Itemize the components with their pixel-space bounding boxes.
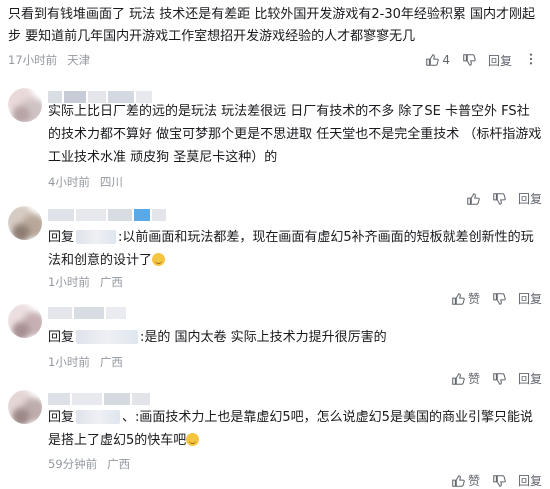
comment-location: 广西 (99, 275, 123, 289)
reply-prefix: 回复 (48, 230, 75, 245)
comment-location: 四川 (99, 175, 123, 189)
grin-emoji-icon (186, 433, 200, 446)
thumb-up-icon (452, 474, 465, 487)
comment-location: 广西 (107, 457, 131, 471)
reply-item: 实际上比日厂差的远的是玩法 玩法差很远 日厂有技术的不多 除了SE 卡普空外 F… (0, 84, 550, 206)
reply-text: 回复 :是的 国内太卷 实际上技术力提升很厉害的 (48, 326, 542, 349)
more-dots-icon[interactable] (524, 52, 538, 69)
like-count: 4 (442, 53, 450, 67)
username-blurred[interactable] (48, 306, 126, 320)
avatar[interactable] (8, 88, 42, 122)
avatar[interactable] (8, 206, 42, 240)
reply-button[interactable]: 回复 (488, 52, 512, 69)
thumb-down-icon (493, 474, 506, 487)
username-blurred[interactable] (48, 208, 166, 222)
comment-time: 1小时前 (48, 355, 90, 369)
reply-item: 回复:以前画面和玩法都差，现在画面有虚幻5补齐画面的短板就差创新性的玩法和创意的… (0, 198, 550, 306)
reply-text: 回复:以前画面和玩法都差，现在画面有虚幻5补齐画面的短板就差创新性的玩法和创意的… (48, 226, 542, 272)
top-comment: 只看到有钱堆画面了 玩法 技术还是有差距 比较外国开发游戏有2-30年经验积累 … (8, 4, 544, 68)
reply-content: 实际上比日厂差的远的是玩法 玩法差很远 日厂有技术的不多 除了SE 卡普空外 F… (48, 104, 542, 165)
comment-location: 广西 (99, 355, 123, 369)
thumb-down-icon (463, 54, 476, 66)
reply-item: 回复 :是的 国内太卷 实际上技术力提升很厉害的 1小时前 广西 赞 回复 (0, 296, 550, 386)
reply-meta: 59分钟前 广西 赞 回复 (48, 456, 542, 488)
grin-emoji-icon (152, 253, 166, 266)
like-button[interactable]: 4 (425, 53, 450, 67)
reply-content: 、:画面技术力上也是靠虚幻5吧，怎么说虚幻5是美国的商业引擎只能说是搭上了虚幻5… (48, 410, 533, 448)
top-comment-text: 只看到有钱堆画面了 玩法 技术还是有差距 比较外国开发游戏有2-30年经验积累 … (8, 7, 536, 44)
reply-item: 回复 、:画面技术力上也是靠虚幻5吧，怎么说虚幻5是美国的商业引擎只能说是搭上了虚… (0, 382, 550, 488)
comment-time: 4小时前 (48, 175, 90, 189)
reply-prefix: 回复 (48, 330, 75, 345)
reply-content: :是的 国内太卷 实际上技术力提升很厉害的 (140, 330, 387, 345)
avatar[interactable] (8, 390, 42, 424)
reply-meta: 4小时前 四川 回复 (48, 174, 542, 206)
reply-prefix: 回复 (48, 410, 75, 425)
reply-meta: 1小时前 广西 赞 回复 (48, 354, 542, 386)
comment-location: 天津 (67, 53, 91, 67)
dislike-button[interactable] (462, 53, 476, 67)
avatar[interactable] (8, 304, 42, 338)
reply-to-user[interactable] (76, 409, 121, 424)
reply-to-user[interactable] (76, 329, 139, 344)
top-comment-meta: 17小时前 天津 4 回复 (8, 50, 544, 70)
reply-meta: 1小时前 广西 赞 回复 (48, 274, 542, 306)
comment-time: 17小时前 (8, 53, 58, 67)
reply-to-user[interactable] (76, 229, 117, 244)
reply-text: 实际上比日厂差的远的是玩法 玩法差很远 日厂有技术的不多 除了SE 卡普空外 F… (48, 100, 542, 169)
dislike-button[interactable] (492, 474, 506, 488)
reply-text: 回复 、:画面技术力上也是靠虚幻5吧，怎么说虚幻5是美国的商业引擎只能说是搭上了虚… (48, 406, 542, 452)
comment-time: 59分钟前 (48, 457, 98, 471)
username-blurred[interactable] (48, 392, 150, 406)
reply-content: :以前画面和玩法都差，现在画面有虚幻5补齐画面的短板就差创新性的玩法和创意的设计… (48, 230, 534, 268)
thumb-up-icon (426, 54, 440, 66)
comment-time: 1小时前 (48, 275, 90, 289)
